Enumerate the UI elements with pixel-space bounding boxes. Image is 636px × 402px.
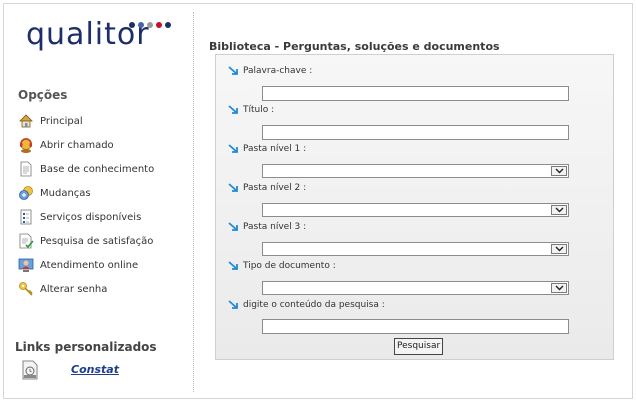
menu-item-label: Alterar senha [40,283,108,295]
arrow-icon [228,261,240,271]
field-label-keyword: Palavra-chave : [228,66,312,76]
logo-dot [129,22,135,28]
field-label-text: Tipo de documento : [243,261,336,271]
field-label-text: Título : [243,105,275,115]
field-label-text: Palavra-chave : [243,66,313,76]
menu-item-label: Serviços disponíveis [40,211,142,223]
menu-item-label: Mudanças [40,187,91,199]
field-label-text: Pasta nível 1 : [243,144,307,154]
field-label-search-content: digite o conteúdo da pesquisa : [228,300,385,310]
menu-item-label: Base de conhecimento [40,163,155,175]
custom-link-icon [21,360,39,380]
field-label-text: digite o conteúdo da pesquisa : [243,300,385,310]
logo-dot [165,22,171,28]
field-label-folder-level-3: Pasta nível 3 : [228,222,306,232]
search-button[interactable]: Pesquisar [394,338,444,355]
custom-links-title: Links personalizados [15,340,157,354]
menu-item-alterar-senha[interactable]: Alterar senha [18,277,154,301]
chevron-down-icon[interactable] [551,244,567,254]
online-support-icon [18,257,34,273]
logo-dot [156,22,162,28]
search-form-panel: Palavra-chave : Título : Pasta nível 1 :… [215,54,614,360]
options-title: Opções [18,88,68,102]
field-label-folder-level-2: Pasta nível 2 : [228,183,306,193]
sidebar-divider [193,12,194,392]
document-icon [18,161,34,177]
menu-item-abrir-chamado[interactable]: Abrir chamado [18,133,154,157]
change-icon [18,185,34,201]
qualitor-logo[interactable]: qualitor [26,20,174,56]
arrow-icon [228,183,240,193]
field-label-folder-level-1: Pasta nível 1 : [228,144,306,154]
menu-item-label: Abrir chamado [40,139,114,151]
menu-item-label: Principal [40,115,83,127]
home-icon [18,113,34,129]
menu-item-atendimento-online[interactable]: Atendimento online [18,253,154,277]
folder-level-2-select[interactable] [262,203,569,217]
folder-level-3-select[interactable] [262,242,569,256]
arrow-icon [228,66,240,76]
options-menu: Principal Abrir chamado Base de conhecim… [18,109,154,301]
folder-level-1-select[interactable] [262,164,569,178]
menu-item-principal[interactable]: Principal [18,109,154,133]
field-label-title: Título : [228,105,274,115]
menu-item-pesquisa-de-satisfacao[interactable]: Pesquisa de satisfação [18,229,154,253]
menu-item-label: Pesquisa de satisfação [40,235,154,247]
sidebar: qualitor Opções Principal Abrir chamado [4,4,194,398]
custom-link-constat[interactable]: Constat [71,363,119,376]
arrow-icon [228,144,240,154]
search-content-input[interactable] [262,319,569,334]
key-icon [18,281,34,297]
logo-dot [147,22,153,28]
menu-item-label: Atendimento online [40,259,139,271]
arrow-icon [228,222,240,232]
menu-item-base-de-conhecimento[interactable]: Base de conhecimento [18,157,154,181]
page-title: Biblioteca - Perguntas, soluções e docum… [209,40,500,53]
survey-icon [18,233,34,249]
arrow-icon [228,300,240,310]
services-list-icon [18,209,34,225]
arrow-icon [228,105,240,115]
logo-dots [129,20,174,31]
chevron-down-icon[interactable] [551,205,567,215]
document-type-select[interactable] [262,281,569,295]
field-label-text: Pasta nível 3 : [243,222,307,232]
logo-dot [138,22,144,28]
field-label-text: Pasta nível 2 : [243,183,307,193]
page-frame: qualitor Opções Principal Abrir chamado [3,3,633,399]
field-label-document-type: Tipo de documento : [228,261,336,271]
chevron-down-icon[interactable] [551,166,567,176]
menu-item-servicos-disponiveis[interactable]: Serviços disponíveis [18,205,154,229]
support-agent-icon [18,137,34,153]
menu-item-mudancas[interactable]: Mudanças [18,181,154,205]
chevron-down-icon[interactable] [551,283,567,293]
keyword-input[interactable] [262,86,569,101]
title-input[interactable] [262,125,569,140]
